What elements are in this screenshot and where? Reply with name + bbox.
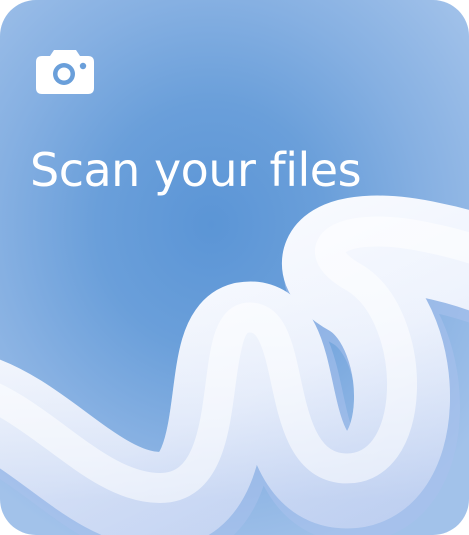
card-title: Scan your files <box>30 143 362 197</box>
scan-files-card[interactable]: Scan your files <box>0 0 469 535</box>
camera-icon <box>36 50 94 94</box>
